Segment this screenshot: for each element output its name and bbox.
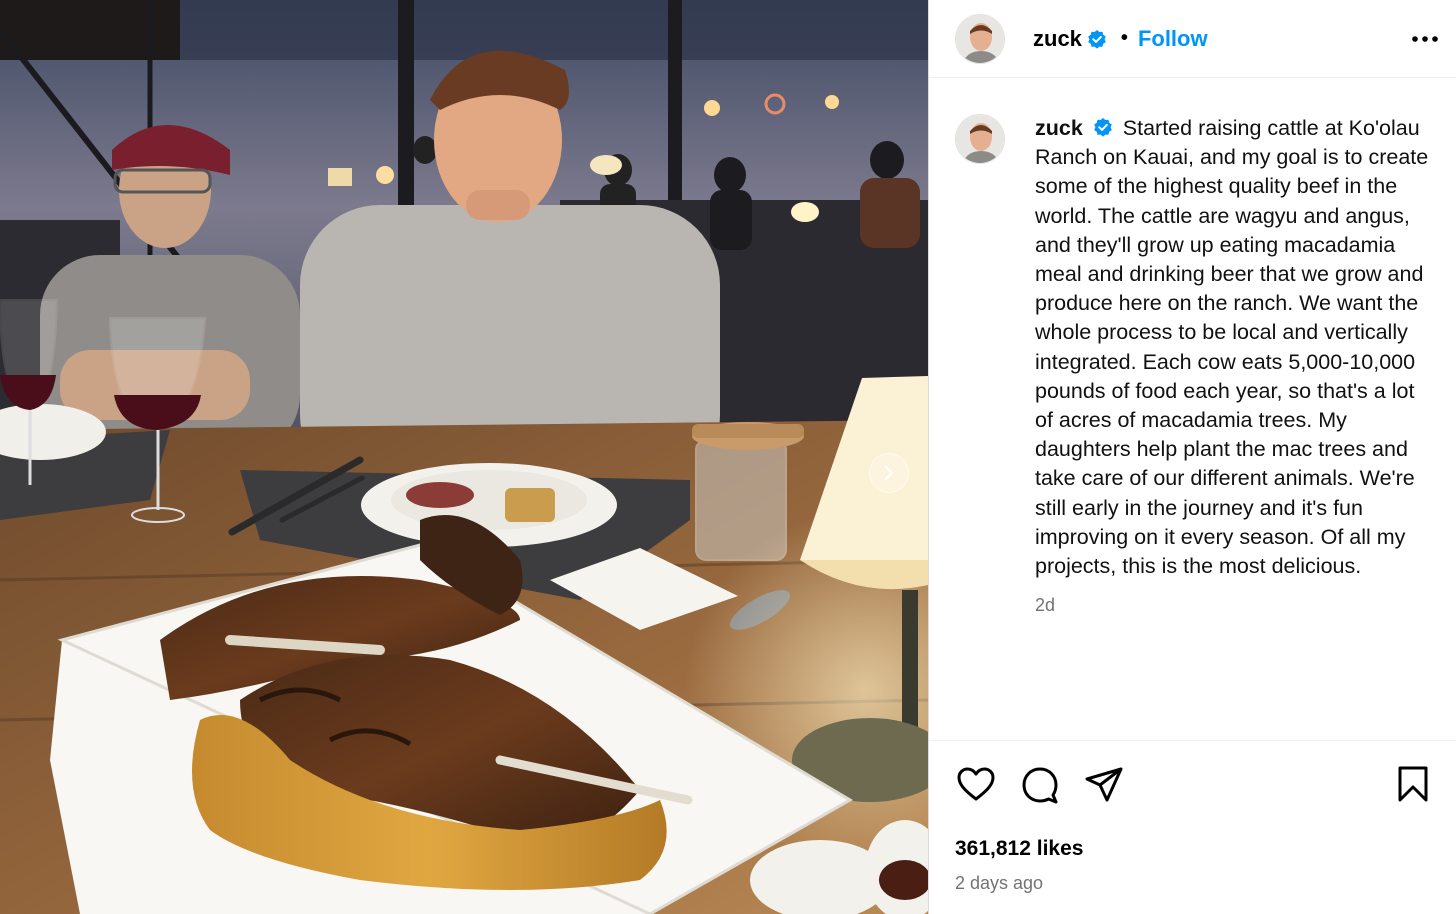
more-options-icon [1412,36,1438,42]
action-buttons [955,761,1430,809]
comment-button[interactable] [1019,764,1061,806]
chevron-right-icon [884,465,894,481]
header-username[interactable]: zuck [1033,26,1082,52]
likes-count[interactable]: 361,812 likes [955,837,1430,861]
caption-text: zuck Started raising cattle at Ko'olau R… [1035,114,1435,581]
comment-icon [1022,767,1058,804]
separator-dot: • [1120,27,1128,49]
instagram-post: zuck • Follow zuck Started raising cattl… [0,0,1456,914]
action-bar: 361,812 likes 2 days ago [929,740,1456,914]
caption-avatar[interactable] [955,114,1005,164]
bookmark-icon [1398,766,1428,802]
share-button[interactable] [1083,764,1125,806]
verified-badge-icon [1088,29,1106,49]
verified-badge-icon [1093,118,1112,137]
more-options-button[interactable] [1410,24,1440,54]
caption-content: Started raising cattle at Ko'olau Ranch … [1035,116,1429,579]
post-photo[interactable] [0,0,928,914]
post-header: zuck • Follow [929,0,1456,78]
next-photo-button[interactable] [869,453,909,493]
heart-icon [957,767,995,801]
caption-username[interactable]: zuck [1035,116,1083,140]
post-timestamp[interactable]: 2d [1035,595,1435,616]
time-ago: 2 days ago [955,873,1044,893]
profile-picture [956,115,1004,163]
caption-body: zuck Started raising cattle at Ko'olau R… [1035,114,1435,740]
like-button[interactable] [955,764,997,806]
save-button[interactable] [1392,763,1434,805]
follow-button[interactable]: Follow [1138,26,1208,52]
post-side-panel: zuck • Follow zuck Started raising cattl… [928,0,1456,914]
avatar[interactable] [955,13,1005,64]
caption-section: zuck Started raising cattle at Ko'olau R… [929,78,1456,740]
share-icon [1085,767,1123,802]
dinner-photo [0,0,928,914]
profile-picture [956,14,1004,63]
